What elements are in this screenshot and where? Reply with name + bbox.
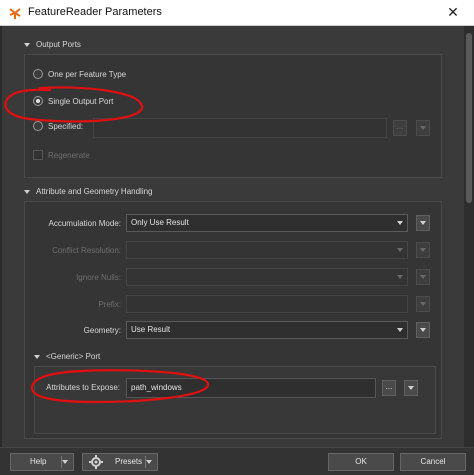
attributes-menu-button[interactable] <box>404 380 418 396</box>
one-per-feature-type-label: One per Feature Type <box>48 70 127 79</box>
conflict-resolution-select[interactable] <box>126 241 408 259</box>
title-bar: FeatureReader Parameters ✕ <box>0 0 474 26</box>
attributes-browse-button[interactable]: ... <box>382 380 396 396</box>
chevron-down-icon <box>397 328 403 332</box>
presets-gear-icon <box>89 455 103 469</box>
specified-menu-button[interactable] <box>416 120 430 136</box>
accumulation-mode-label: Accumulation Mode: <box>48 219 121 228</box>
close-icon[interactable]: ✕ <box>444 3 462 21</box>
chevron-down-icon <box>420 248 426 252</box>
chevron-down-icon <box>397 275 403 279</box>
specified-browse-button[interactable]: ... <box>393 120 407 136</box>
regenerate-label: Regenerate <box>48 151 90 160</box>
chevron-down-icon <box>397 248 403 252</box>
geometry-label: Geometry: <box>83 326 121 335</box>
dialog-footer: Help Presets OK Cancel <box>0 447 474 475</box>
radio-one-per-feature-type[interactable] <box>33 69 43 79</box>
attr-geom-title: Attribute and Geometry Handling <box>36 187 153 196</box>
presets-button[interactable]: Presets <box>82 453 158 471</box>
attributes-to-expose-input[interactable]: path_windows <box>126 378 376 398</box>
attr-geom-header[interactable]: Attribute and Geometry Handling <box>24 187 153 196</box>
prefix-menu-button[interactable] <box>416 296 430 312</box>
radio-single-output-port[interactable] <box>33 96 43 106</box>
generic-port-title: <Generic> Port <box>46 352 101 361</box>
chevron-down-icon <box>420 302 426 306</box>
chevron-down-icon <box>420 221 426 225</box>
output-ports-title: Output Ports <box>36 40 81 49</box>
geometry-value: Use Result <box>131 325 171 334</box>
conflict-resolution-menu-button[interactable] <box>416 242 430 258</box>
attributes-to-expose-label: Attributes to Expose: <box>46 383 120 392</box>
collapse-triangle-icon <box>34 354 40 359</box>
scrollbar-thumb[interactable] <box>466 33 472 203</box>
presets-label: Presets <box>115 457 143 466</box>
accumulation-mode-select[interactable]: Only Use Result <box>126 214 408 232</box>
window-title: FeatureReader Parameters <box>28 6 162 18</box>
help-label: Help <box>30 457 47 466</box>
cancel-button[interactable]: Cancel <box>400 453 466 471</box>
ignore-nulls-select[interactable] <box>126 268 408 286</box>
radio-specified[interactable] <box>33 121 43 131</box>
generic-port-panel <box>34 366 436 434</box>
single-output-port-label: Single Output Port <box>48 97 114 106</box>
conflict-resolution-label: Conflict Resolution: <box>52 246 121 255</box>
ignore-nulls-menu-button[interactable] <box>416 269 430 285</box>
accumulation-mode-value: Only Use Result <box>131 218 189 227</box>
chevron-down-icon <box>62 460 68 464</box>
chevron-down-icon <box>146 460 152 464</box>
geometry-menu-button[interactable] <box>416 322 430 338</box>
collapse-triangle-icon <box>24 42 30 47</box>
chevron-down-icon <box>408 386 414 390</box>
accumulation-mode-menu-button[interactable] <box>416 215 430 231</box>
ignore-nulls-label: Ignore Nulls: <box>76 273 121 282</box>
regenerate-checkbox[interactable] <box>33 150 43 160</box>
chevron-down-icon <box>397 221 403 225</box>
chevron-down-icon <box>420 126 426 130</box>
specified-label: Specified: <box>48 122 84 131</box>
ok-button[interactable]: OK <box>328 453 394 471</box>
collapse-triangle-icon <box>24 189 30 194</box>
output-ports-header[interactable]: Output Ports <box>24 40 81 49</box>
generic-port-header[interactable]: <Generic> Port <box>34 352 100 361</box>
geometry-select[interactable]: Use Result <box>126 321 408 339</box>
chevron-down-icon <box>420 275 426 279</box>
specified-input[interactable] <box>93 118 387 138</box>
prefix-label: Prefix: <box>98 300 121 309</box>
fme-app-icon <box>9 8 21 19</box>
prefix-input[interactable] <box>126 295 408 313</box>
help-button[interactable]: Help <box>10 453 74 471</box>
chevron-down-icon <box>420 328 426 332</box>
